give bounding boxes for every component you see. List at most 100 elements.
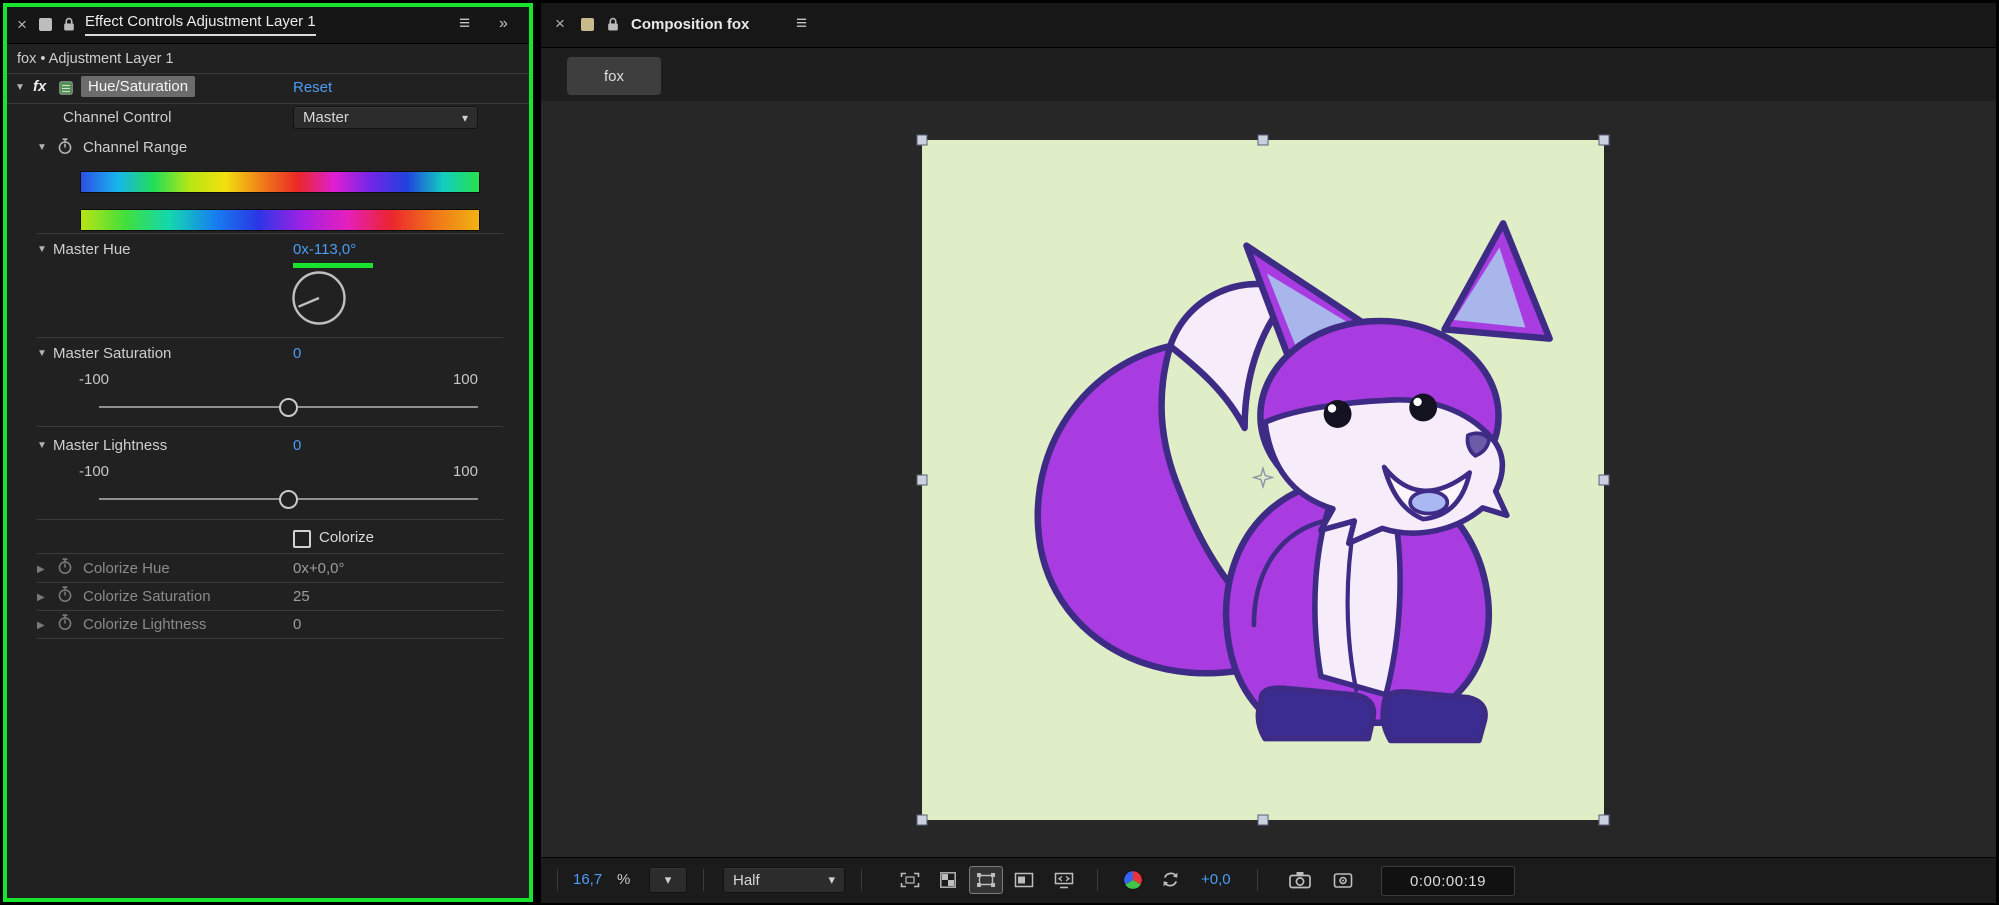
effect-name[interactable]: Hue/Saturation [81, 76, 195, 97]
master-saturation-expand-icon[interactable]: ▼ [37, 348, 47, 359]
selection-handle[interactable] [1599, 135, 1610, 146]
master-hue-value[interactable]: 0x-113,0° [293, 241, 356, 258]
stopwatch-icon[interactable] [57, 586, 73, 608]
separator [37, 582, 503, 583]
colorize-lightness-expand-icon[interactable]: ▶ [37, 620, 45, 631]
channel-control-dropdown[interactable]: Master ▾ [293, 106, 478, 129]
colorize-hue-value: 0x+0,0° [293, 560, 344, 577]
channel-range-spectrum-bottom [80, 209, 480, 231]
tab-composition[interactable]: Composition fox [631, 16, 749, 33]
hue-dial[interactable] [290, 269, 348, 332]
magnification-value[interactable]: 16,7 [573, 871, 602, 888]
resolution-value: Half [733, 872, 760, 889]
composition-toolbar: 16,7 % ▾ Half ▾ [541, 857, 1996, 903]
channel-range-label: Channel Range [83, 139, 187, 156]
separator [7, 103, 529, 104]
separator [861, 869, 862, 891]
colorize-saturation-expand-icon[interactable]: ▶ [37, 592, 45, 603]
magnification-unit: % [617, 871, 630, 888]
reset-button[interactable]: Reset [293, 79, 332, 96]
show-snapshot-icon[interactable] [1333, 871, 1353, 889]
separator [37, 337, 503, 338]
breadcrumb: fox • Adjustment Layer 1 [17, 51, 174, 67]
effect-icon [59, 81, 73, 100]
master-lightness-value[interactable]: 0 [293, 437, 301, 454]
mini-flowchart-button[interactable] [1047, 866, 1081, 894]
master-hue-label: Master Hue [53, 241, 131, 258]
colorize-checkbox[interactable] [293, 530, 311, 548]
master-lightness-label: Master Lightness [53, 437, 167, 454]
channel-range-spectrum-top [80, 171, 480, 193]
selection-handle[interactable] [1599, 475, 1610, 486]
master-hue-expand-icon[interactable]: ▼ [37, 244, 47, 255]
saturation-slider-thumb[interactable] [279, 398, 298, 417]
chevron-down-icon: ▾ [462, 111, 468, 125]
composition-viewer [541, 101, 1996, 857]
selection-handle[interactable] [1599, 815, 1610, 826]
magnification-dropdown[interactable]: ▾ [649, 867, 687, 893]
separator [37, 610, 503, 611]
channel-range-expand-icon[interactable]: ▼ [37, 142, 47, 153]
colorize-saturation-label: Colorize Saturation [83, 588, 211, 605]
separator [37, 519, 503, 520]
separator [37, 233, 503, 234]
panel-menu-icon[interactable]: ≡ [796, 14, 807, 33]
anchor-point-icon[interactable] [1252, 467, 1274, 494]
viewer-tab-fox[interactable]: fox [567, 57, 661, 95]
channel-control-value: Master [303, 109, 349, 126]
lightness-min-label: -100 [79, 463, 109, 480]
transparency-grid-button[interactable] [931, 866, 965, 894]
lightness-max-label: 100 [407, 463, 478, 480]
selection-handle[interactable] [917, 135, 928, 146]
separator [37, 426, 503, 427]
separator [7, 73, 529, 74]
stopwatch-icon[interactable] [57, 138, 73, 160]
mask-path-visibility-button[interactable] [969, 866, 1003, 894]
effect-expand-icon[interactable]: ▼ [15, 82, 25, 93]
colorize-label: Colorize [319, 529, 374, 546]
saturation-min-label: -100 [79, 371, 109, 388]
chevron-down-icon: ▾ [828, 872, 835, 888]
after-effects-window: × Effect Controls Adjustment Layer 1 ≡ »… [0, 0, 1999, 905]
selection-handle[interactable] [1258, 135, 1269, 146]
panel-menu-icon[interactable]: ≡ [459, 14, 470, 33]
lock-icon[interactable] [607, 17, 619, 37]
tab-effect-controls[interactable]: Effect Controls Adjustment Layer 1 [85, 13, 316, 36]
annotation-hue-underline [293, 263, 373, 268]
selection-handle[interactable] [917, 815, 928, 826]
master-saturation-value[interactable]: 0 [293, 345, 301, 362]
colorize-saturation-value: 25 [293, 588, 310, 605]
colorize-lightness-label: Colorize Lightness [83, 616, 206, 633]
separator [37, 553, 503, 554]
overflow-tabs-icon[interactable]: » [499, 15, 508, 33]
close-panel-icon[interactable]: × [555, 15, 565, 32]
separator [557, 869, 558, 891]
panel-icon [39, 18, 52, 31]
colorize-hue-expand-icon[interactable]: ▶ [37, 564, 45, 575]
guides-rulers-button[interactable] [1007, 866, 1041, 894]
region-of-interest-button[interactable] [893, 866, 927, 894]
effect-controls-tabbar: × Effect Controls Adjustment Layer 1 ≡ » [7, 7, 529, 44]
timecode-display[interactable]: 0:00:00:19 [1381, 866, 1515, 896]
fx-toggle-icon[interactable]: fx [33, 78, 46, 95]
colorize-hue-label: Colorize Hue [83, 560, 170, 577]
channel-control-label: Channel Control [63, 109, 171, 126]
lock-icon[interactable] [63, 17, 75, 37]
separator [1257, 869, 1258, 891]
selection-handle[interactable] [917, 475, 928, 486]
lightness-slider-thumb[interactable] [279, 490, 298, 509]
exposure-value[interactable]: +0,0 [1201, 871, 1231, 888]
colorize-lightness-value: 0 [293, 616, 301, 633]
reset-exposure-icon[interactable] [1161, 870, 1180, 889]
close-panel-icon[interactable]: × [17, 16, 27, 33]
stopwatch-icon[interactable] [57, 558, 73, 580]
composition-color-swatch [581, 18, 594, 31]
master-lightness-expand-icon[interactable]: ▼ [37, 440, 47, 451]
resolution-dropdown[interactable]: Half ▾ [723, 867, 845, 893]
snapshot-camera-icon[interactable] [1289, 871, 1311, 889]
selection-handle[interactable] [1258, 815, 1269, 826]
saturation-max-label: 100 [407, 371, 478, 388]
stopwatch-icon[interactable] [57, 614, 73, 636]
separator [703, 869, 704, 891]
color-management-icon[interactable] [1123, 870, 1143, 890]
